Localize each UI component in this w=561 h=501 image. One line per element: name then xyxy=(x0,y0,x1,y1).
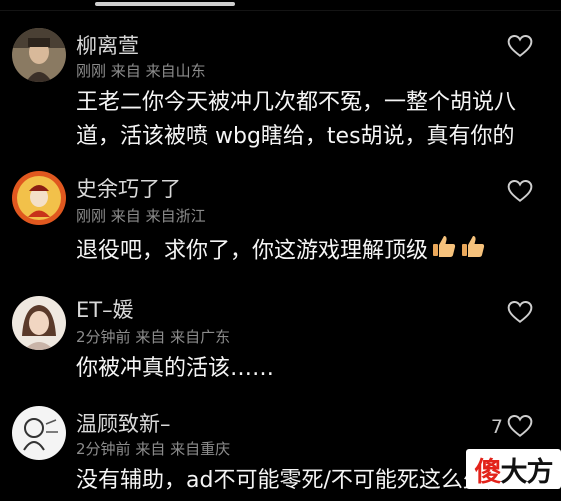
thumbs-up-icon xyxy=(460,233,486,270)
comment-item: ET–媛 2分钟前 来自 来自广东 你被冲真的活该…… xyxy=(0,288,561,388)
avatar[interactable] xyxy=(12,171,66,225)
avatar[interactable] xyxy=(12,406,66,460)
comment-text: 退役吧，求你了，你这游戏理解顶级 xyxy=(76,238,429,264)
thumbs-up-icon xyxy=(431,233,457,270)
comment-author[interactable]: 温顾致新– xyxy=(76,408,171,438)
comment-from: 来自 xyxy=(110,207,141,225)
watermark-logo: 傻大方 xyxy=(466,449,561,489)
heart-outline-icon xyxy=(507,301,533,323)
scroll-indicator xyxy=(95,2,235,6)
comment-text: 王老二你今天被冲几次都不冤，一整个胡说八道，活该被喷 wbg瞎给，tes胡说，真… xyxy=(76,90,517,149)
comment-from: 来自 xyxy=(135,328,166,346)
avatar-image xyxy=(12,28,66,82)
comment-item: 柳离萱 刚刚 来自 来自山东 王老二你今天被冲几次都不冤，一整个胡说八道，活该被… xyxy=(0,22,561,152)
comment-time: 刚刚 xyxy=(76,62,107,80)
comment-meta: 刚刚 来自 来自浙江 xyxy=(76,205,206,226)
comment-location: 来自重庆 xyxy=(170,440,231,458)
comment-meta: 刚刚 来自 来自山东 xyxy=(76,60,206,81)
like-button[interactable] xyxy=(507,34,533,58)
avatar-image xyxy=(12,406,66,460)
avatar[interactable] xyxy=(12,296,66,350)
avatar[interactable] xyxy=(12,28,66,82)
comment-location: 来自广东 xyxy=(170,328,231,346)
comment-time: 2分钟前 xyxy=(76,328,131,346)
comment-location: 来自山东 xyxy=(145,62,206,80)
watermark-part2: 大方 xyxy=(500,456,554,488)
avatar-image xyxy=(12,171,66,225)
divider xyxy=(0,10,561,11)
comment-from: 来自 xyxy=(110,62,141,80)
like-button[interactable] xyxy=(507,414,533,438)
comment-meta: 2分钟前 来自 来自广东 xyxy=(76,326,230,347)
heart-outline-icon xyxy=(507,35,533,57)
comment-author[interactable]: ET–媛 xyxy=(76,294,134,324)
comment-time: 刚刚 xyxy=(76,207,107,225)
comment-item: 史余巧了了 刚刚 来自 来自浙江 退役吧，求你了，你这游戏理解顶级 xyxy=(0,165,561,277)
comment-author[interactable]: 史余巧了了 xyxy=(76,173,181,203)
avatar-image xyxy=(12,296,66,350)
top-scroll-strip xyxy=(0,0,561,11)
comment-text-line: 退役吧，求你了，你这游戏理解顶级 xyxy=(76,233,531,270)
heart-outline-icon xyxy=(507,415,533,437)
comment-text: 你被冲真的活该…… xyxy=(76,356,275,381)
comment-meta: 2分钟前 来自 来自重庆 xyxy=(76,438,230,459)
like-button[interactable] xyxy=(507,300,533,324)
comment-author[interactable]: 柳离萱 xyxy=(76,30,139,60)
comment-time: 2分钟前 xyxy=(76,440,131,458)
comment-from: 来自 xyxy=(135,440,166,458)
like-button[interactable] xyxy=(507,179,533,203)
comment-location: 来自浙江 xyxy=(145,207,206,225)
watermark-part1: 傻 xyxy=(474,456,502,488)
like-count: 7 xyxy=(490,416,503,438)
heart-outline-icon xyxy=(507,180,533,202)
